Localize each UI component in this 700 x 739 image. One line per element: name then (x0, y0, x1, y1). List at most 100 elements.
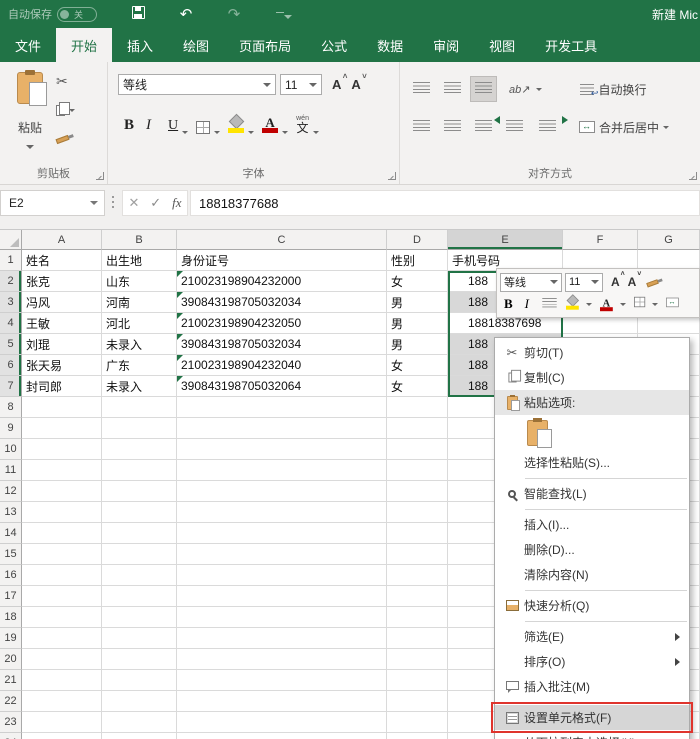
dialog-launcher-icon[interactable] (388, 172, 396, 180)
cell-A23[interactable] (22, 712, 102, 733)
font-name-select[interactable]: 等线 (118, 74, 276, 95)
cell-B11[interactable] (102, 460, 177, 481)
cell-A21[interactable] (22, 670, 102, 691)
cell-D23[interactable] (387, 712, 448, 733)
align-top-button[interactable] (408, 76, 435, 102)
mini-fill-color-button[interactable] (566, 294, 579, 314)
column-header-A[interactable]: A (22, 230, 102, 250)
row-header-5[interactable]: 5 (0, 334, 22, 355)
cell-A1[interactable]: 姓名 (22, 250, 102, 271)
menu-item-智能查找[interactable]: 智能查找(L) (495, 481, 689, 506)
cell-A17[interactable] (22, 586, 102, 607)
align-bottom-button[interactable] (470, 76, 497, 102)
fill-color-button[interactable] (228, 112, 254, 134)
menu-item-复制[interactable]: 复制(C) (495, 365, 689, 390)
underline-button[interactable]: U (168, 112, 188, 134)
cell-D6[interactable]: 女 (387, 355, 448, 376)
tab-view[interactable]: 视图 (474, 28, 530, 62)
row-header-8[interactable]: 8 (0, 397, 22, 418)
cell-C5[interactable]: 390843198705032034 (177, 334, 387, 355)
dialog-launcher-icon[interactable] (96, 172, 104, 180)
mini-borders-button[interactable] (634, 297, 645, 311)
cell-A14[interactable] (22, 523, 102, 544)
cell-B8[interactable] (102, 397, 177, 418)
decrease-indent-button[interactable] (501, 114, 528, 140)
mini-font-color-button[interactable]: A (600, 296, 613, 312)
cell-D19[interactable] (387, 628, 448, 649)
italic-button[interactable]: I (146, 112, 160, 134)
column-header-F[interactable]: F (563, 230, 638, 250)
mini-bold-button[interactable]: B (504, 296, 513, 312)
decrease-font-button[interactable]: A˅ (351, 77, 360, 92)
menu-item-选择性粘贴[interactable]: 选择性粘贴(S)... (495, 450, 689, 475)
cell-D8[interactable] (387, 397, 448, 418)
row-header-9[interactable]: 9 (0, 418, 22, 439)
row-header-24[interactable]: 24 (0, 733, 22, 739)
cell-C21[interactable] (177, 670, 387, 691)
cell-B1[interactable]: 出生地 (102, 250, 177, 271)
cell-C15[interactable] (177, 544, 387, 565)
cell-A4[interactable]: 王敏 (22, 313, 102, 334)
cell-A6[interactable]: 张天易 (22, 355, 102, 376)
row-header-20[interactable]: 20 (0, 649, 22, 670)
menu-item-排序[interactable]: 排序(O) (495, 649, 689, 674)
tab-home[interactable]: 开始 (56, 28, 112, 62)
row-header-18[interactable]: 18 (0, 607, 22, 628)
menu-item-清除内容[interactable]: 清除内容(N) (495, 562, 689, 587)
column-header-E[interactable]: E (448, 230, 563, 250)
paste-button[interactable]: 粘贴 (10, 70, 50, 170)
cell-C22[interactable] (177, 691, 387, 712)
cell-A9[interactable] (22, 418, 102, 439)
align-middle-button[interactable] (439, 76, 466, 102)
cell-D18[interactable] (387, 607, 448, 628)
row-header-19[interactable]: 19 (0, 628, 22, 649)
enter-icon[interactable]: ✓ (150, 195, 161, 211)
cell-C19[interactable] (177, 628, 387, 649)
cell-B17[interactable] (102, 586, 177, 607)
column-header-D[interactable]: D (387, 230, 448, 250)
cell-C17[interactable] (177, 586, 387, 607)
font-color-button[interactable]: A (262, 112, 288, 134)
cell-B5[interactable]: 未录入 (102, 334, 177, 355)
row-header-23[interactable]: 23 (0, 712, 22, 733)
menu-item-插入批注[interactable]: 插入批注(M) (495, 674, 689, 699)
cell-A18[interactable] (22, 607, 102, 628)
cell-A20[interactable] (22, 649, 102, 670)
undo-button[interactable]: ↶ (173, 5, 199, 23)
row-header-1[interactable]: 1 (0, 250, 22, 271)
cell-D14[interactable] (387, 523, 448, 544)
cell-D15[interactable] (387, 544, 448, 565)
column-header-C[interactable]: C (177, 230, 387, 250)
tab-formulas[interactable]: 公式 (306, 28, 362, 62)
tab-draw[interactable]: 绘图 (168, 28, 224, 62)
mini-italic-button[interactable]: I (525, 296, 529, 312)
cell-D22[interactable] (387, 691, 448, 712)
row-header-14[interactable]: 14 (0, 523, 22, 544)
cell-C10[interactable] (177, 439, 387, 460)
insert-function-icon[interactable]: fx (172, 195, 181, 211)
copy-button[interactable] (56, 101, 78, 119)
mini-align-button[interactable] (542, 296, 556, 311)
tab-page-layout[interactable]: 页面布局 (224, 28, 306, 62)
row-header-2[interactable]: 2 (0, 271, 22, 292)
cell-B19[interactable] (102, 628, 177, 649)
mini-increase-font-button[interactable]: A˄ (611, 275, 620, 289)
align-center-button[interactable] (439, 114, 466, 140)
cell-B9[interactable] (102, 418, 177, 439)
cell-D9[interactable] (387, 418, 448, 439)
cell-A7[interactable]: 封司郎 (22, 376, 102, 397)
orientation-button[interactable]: ab↗ (509, 83, 530, 96)
cell-A24[interactable] (22, 733, 102, 739)
row-header-13[interactable]: 13 (0, 502, 22, 523)
cell-C16[interactable] (177, 565, 387, 586)
row-header-3[interactable]: 3 (0, 292, 22, 313)
cell-D21[interactable] (387, 670, 448, 691)
cell-B22[interactable] (102, 691, 177, 712)
font-size-select[interactable]: 11 (280, 74, 322, 95)
cell-B3[interactable]: 河南 (102, 292, 177, 313)
mini-font-name-select[interactable]: 等线 (500, 273, 562, 292)
merge-center-button[interactable]: 合并后居中 (579, 119, 669, 136)
cell-D12[interactable] (387, 481, 448, 502)
cell-B20[interactable] (102, 649, 177, 670)
cell-D2[interactable]: 女 (387, 271, 448, 292)
